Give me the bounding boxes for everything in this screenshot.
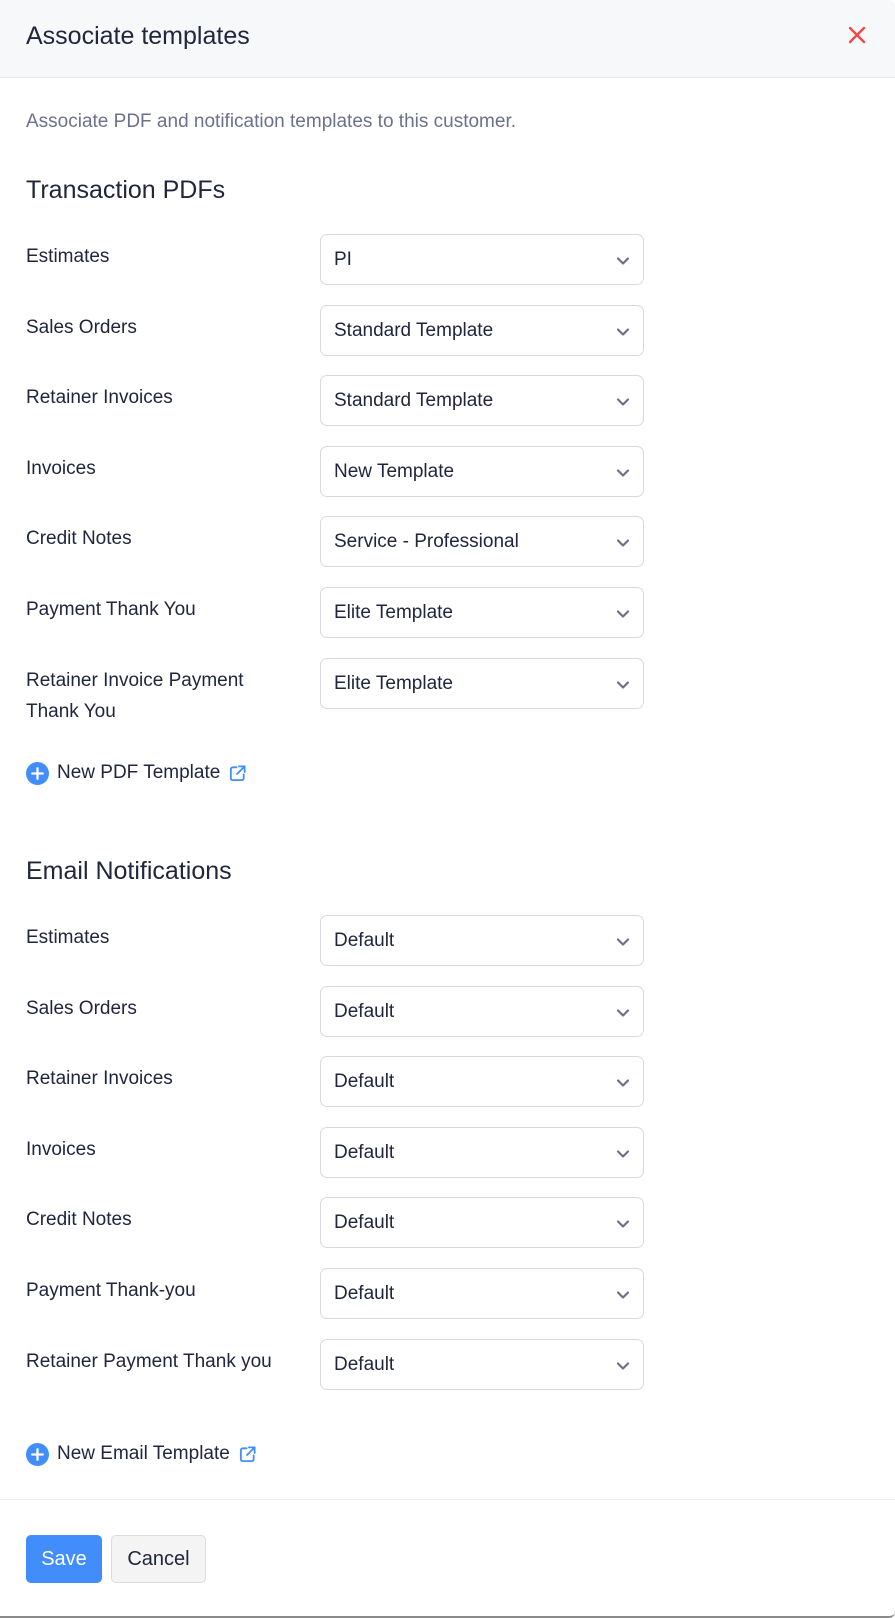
new-pdf-template-link[interactable]: New PDF Template xyxy=(26,760,247,786)
chevron-down-icon xyxy=(616,680,630,689)
pdf-row-label: Credit Notes xyxy=(26,528,132,550)
selected-value: Default xyxy=(334,1353,395,1375)
chevron-down-icon xyxy=(616,398,630,406)
dialog-description: Associate PDF and notification templates… xyxy=(26,111,517,132)
pdf-template-select[interactable]: Standard Template xyxy=(320,375,644,427)
email-template-select[interactable]: Default xyxy=(320,915,644,966)
selected-value: Elite Template xyxy=(334,672,453,694)
email-template-select[interactable]: Default xyxy=(320,1056,644,1108)
external-link-icon xyxy=(239,1445,256,1462)
selected-value: Standard Template xyxy=(334,390,494,412)
external-link-icon xyxy=(230,764,246,781)
chevron-down-icon xyxy=(616,1150,630,1158)
associate-templates-dialog: Associate templates Associate PDF and no… xyxy=(0,0,895,1618)
section-title-transaction-pdfs: Transaction PDFs xyxy=(26,176,226,204)
selected-value: Default xyxy=(334,1000,395,1022)
pdf-row-label: Invoices xyxy=(26,457,96,479)
email-row-label: Estimates xyxy=(26,927,110,948)
dialog-header: Associate templates xyxy=(0,0,895,78)
chevron-down-icon xyxy=(616,327,630,336)
email-row-label: Invoices xyxy=(26,1138,96,1160)
pdf-row-label: Retainer Invoices xyxy=(26,387,173,409)
pdf-row-label: Estimates xyxy=(26,246,110,267)
dialog-title: Associate templates xyxy=(26,22,250,50)
email-template-select[interactable]: Default xyxy=(320,1126,644,1178)
selected-value: Default xyxy=(334,1141,395,1163)
email-row-label: Payment Thank-you xyxy=(26,1280,196,1301)
plus-circle-icon xyxy=(26,1442,49,1466)
chevron-down-icon xyxy=(616,1008,630,1017)
pdf-row-label: Payment Thank You xyxy=(26,599,196,620)
pdf-template-select[interactable]: Elite Template xyxy=(320,657,644,709)
email-row-label: Sales Orders xyxy=(26,997,137,1019)
selected-value: Service - Professional xyxy=(334,531,519,553)
selected-value: Default xyxy=(334,930,395,951)
save-button[interactable]: Save xyxy=(26,1535,102,1583)
new-pdf-template-label: New PDF Template xyxy=(57,762,221,783)
footer-divider xyxy=(0,1499,895,1500)
close-icon xyxy=(848,26,866,44)
chevron-down-icon xyxy=(616,1220,630,1228)
email-row-label: Retainer Invoices xyxy=(26,1068,173,1090)
chevron-down-icon xyxy=(616,469,630,477)
new-email-template-link[interactable]: New Email Template xyxy=(26,1441,257,1467)
pdf-template-select[interactable]: New Template xyxy=(320,445,644,497)
chevron-down-icon xyxy=(616,257,630,265)
pdf-template-select[interactable]: Service - Professional xyxy=(320,516,644,568)
chevron-down-icon xyxy=(616,610,630,618)
email-template-select[interactable]: Default xyxy=(320,1338,644,1390)
selected-value: Default xyxy=(334,1071,395,1093)
pdf-template-select[interactable]: PI xyxy=(320,234,644,285)
chevron-down-icon xyxy=(616,1291,630,1299)
email-row-label: Retainer Payment Thank you xyxy=(26,1350,272,1372)
email-template-select[interactable]: Default xyxy=(320,985,644,1037)
email-template-select[interactable]: Default xyxy=(320,1268,644,1319)
pdf-row-label: Retainer Invoice Payment Thank You xyxy=(26,669,244,722)
email-template-select[interactable]: Default xyxy=(320,1197,644,1249)
pdf-row-label: Sales Orders xyxy=(26,316,137,338)
email-row-label: Credit Notes xyxy=(26,1209,132,1231)
pdf-template-select[interactable]: Elite Template xyxy=(320,587,644,638)
selected-value: Default xyxy=(334,1283,395,1304)
chevron-down-icon xyxy=(616,938,630,946)
selected-value: Elite Template xyxy=(334,602,453,623)
pdf-template-select[interactable]: Standard Template xyxy=(320,304,644,356)
selected-value: Standard Template xyxy=(334,319,494,341)
section-title-email-notifications: Email Notifications xyxy=(26,857,232,885)
selected-value: Default xyxy=(334,1212,395,1234)
close-button[interactable] xyxy=(844,22,870,48)
chevron-down-icon xyxy=(616,539,630,547)
selected-value: New Template xyxy=(334,460,455,482)
plus-circle-icon xyxy=(26,761,49,785)
chevron-down-icon xyxy=(616,1361,630,1370)
chevron-down-icon xyxy=(616,1079,630,1087)
new-email-template-label: New Email Template xyxy=(57,1443,230,1464)
cancel-button[interactable]: Cancel xyxy=(111,1535,206,1583)
selected-value: PI xyxy=(334,249,352,270)
